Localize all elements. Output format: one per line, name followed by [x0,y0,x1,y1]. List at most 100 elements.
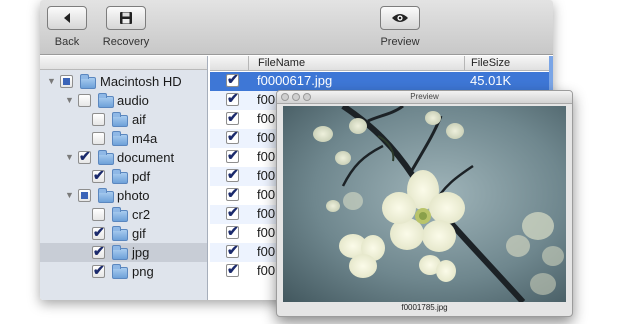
sidebar-header [40,56,207,70]
file-checkbox[interactable]: ✔ [226,166,239,182]
tree-item-gif[interactable]: ✔ gif [40,224,207,243]
file-name: f00 [257,168,276,183]
file-checkbox[interactable]: ✔ [226,261,239,277]
app-stage: Back Recovery Preview ▼ Macintosh HD ▼ a… [0,0,623,324]
tree-item-label: Macintosh HD [100,74,182,89]
file-name: f00 [257,206,276,221]
tree-item-png[interactable]: ✔ png [40,262,207,281]
preview-button-face[interactable] [380,6,420,30]
back-button-face[interactable] [47,6,87,30]
tree-item-m4a[interactable]: m4a [40,129,207,148]
folder-icon [112,131,128,146]
file-row[interactable]: ✔ f0000617.jpg 45.01K [210,71,553,91]
folder-icon [112,207,128,222]
tree-item-document[interactable]: ▼ ✔ document [40,148,207,167]
save-disk-icon [120,12,132,24]
checkmark-icon: ✔ [79,148,91,164]
tree-checkbox[interactable] [60,75,73,88]
folder-tree-sidebar: ▼ Macintosh HD ▼ audio aif m4a ▼ ✔ document ✔ pdf ▼… [40,56,208,300]
back-label: Back [54,36,80,48]
checkmark-icon: ✔ [227,204,239,220]
folder-icon [98,188,114,203]
preview-window: Preview f0001785.jpg [276,90,573,317]
preview-button[interactable]: Preview [378,6,422,48]
file-checkbox[interactable]: ✔ [226,242,239,258]
file-checkbox[interactable]: ✔ [226,128,239,144]
file-checkbox[interactable]: ✔ [226,109,239,125]
disclosure-triangle-icon[interactable]: ▼ [65,95,75,105]
column-separator[interactable] [464,56,465,71]
tree-item-audio[interactable]: ▼ audio [40,91,207,110]
checkmark-icon: ✔ [227,109,239,125]
tree-item-label: cr2 [132,207,151,222]
file-name: f00 [257,225,276,240]
file-name: f00 [257,187,276,202]
eye-icon [392,14,408,22]
checkmark-icon: ✔ [93,262,105,278]
filename-column-header[interactable]: FileName [258,57,305,69]
recovery-label: Recovery [102,36,150,48]
file-checkbox[interactable]: ✔ [226,90,239,106]
tree-checkbox[interactable] [78,189,91,202]
tree-checkbox[interactable]: ✔ [92,262,105,278]
folder-icon [112,264,128,279]
file-name: f00 [257,263,276,278]
tree-item-label: jpg [132,245,150,260]
file-name: f0000617.jpg [257,73,333,88]
filesize-column-header[interactable]: FileSize [471,57,510,69]
folder-icon [112,169,128,184]
tree-item-cr2[interactable]: cr2 [40,205,207,224]
disclosure-triangle-icon[interactable]: ▼ [65,152,75,162]
back-button[interactable]: Back [46,6,88,48]
toolbar: Back Recovery Preview [40,0,553,55]
file-checkbox[interactable]: ✔ [226,223,239,239]
tree-checkbox[interactable]: ✔ [92,243,105,259]
checkmark-icon: ✔ [227,166,239,182]
file-name: f00 [257,244,276,259]
tree-checkbox[interactable] [92,113,105,126]
disclosure-triangle-icon[interactable]: ▼ [47,76,57,86]
tree-checkbox[interactable]: ✔ [92,224,105,240]
checkmark-icon: ✔ [93,167,105,183]
recovery-button[interactable]: Recovery [98,6,154,48]
tree-item-jpg[interactable]: ✔ jpg [40,243,207,262]
file-checkbox[interactable]: ✔ [226,204,239,220]
list-header: FileName FileSize [210,56,553,71]
folder-icon [112,245,128,260]
checkmark-icon: ✔ [227,128,239,144]
checkmark-icon: ✔ [227,223,239,239]
preview-image [283,106,566,302]
folder-icon [112,112,128,127]
tree-item-label: document [117,150,175,165]
file-name: f00 [257,130,276,145]
tree-item-macintosh-hd[interactable]: ▼ Macintosh HD [40,72,207,91]
folder-icon [98,150,114,165]
tree-checkbox[interactable]: ✔ [78,148,91,164]
tree-checkbox[interactable]: ✔ [92,167,105,183]
tree-item-label: pdf [132,169,151,184]
tree-item-aif[interactable]: aif [40,110,207,129]
checkmark-icon: ✔ [227,71,239,87]
tree-item-photo[interactable]: ▼ photo [40,186,207,205]
preview-titlebar[interactable]: Preview [277,91,572,104]
tree-item-label: photo [117,188,150,203]
folder-icon [98,93,114,108]
file-checkbox[interactable]: ✔ [226,147,239,163]
disclosure-triangle-icon[interactable]: ▼ [65,190,75,200]
recovery-button-face[interactable] [106,6,146,30]
file-name: f00 [257,111,276,126]
folder-icon [112,226,128,241]
file-name: f00 [257,149,276,164]
file-checkbox[interactable]: ✔ [226,185,239,201]
tree-item-pdf[interactable]: ✔ pdf [40,167,207,186]
tree-item-label: png [132,264,154,279]
preview-filename: f0001785.jpg [401,303,448,312]
tree-item-label: m4a [132,131,158,146]
back-arrow-icon [64,13,70,23]
preview-title: Preview [410,92,439,101]
column-separator[interactable] [248,56,249,71]
tree-checkbox[interactable] [92,208,105,221]
tree-checkbox[interactable] [92,132,105,145]
file-checkbox[interactable]: ✔ [226,71,239,87]
tree-checkbox[interactable] [78,94,91,107]
